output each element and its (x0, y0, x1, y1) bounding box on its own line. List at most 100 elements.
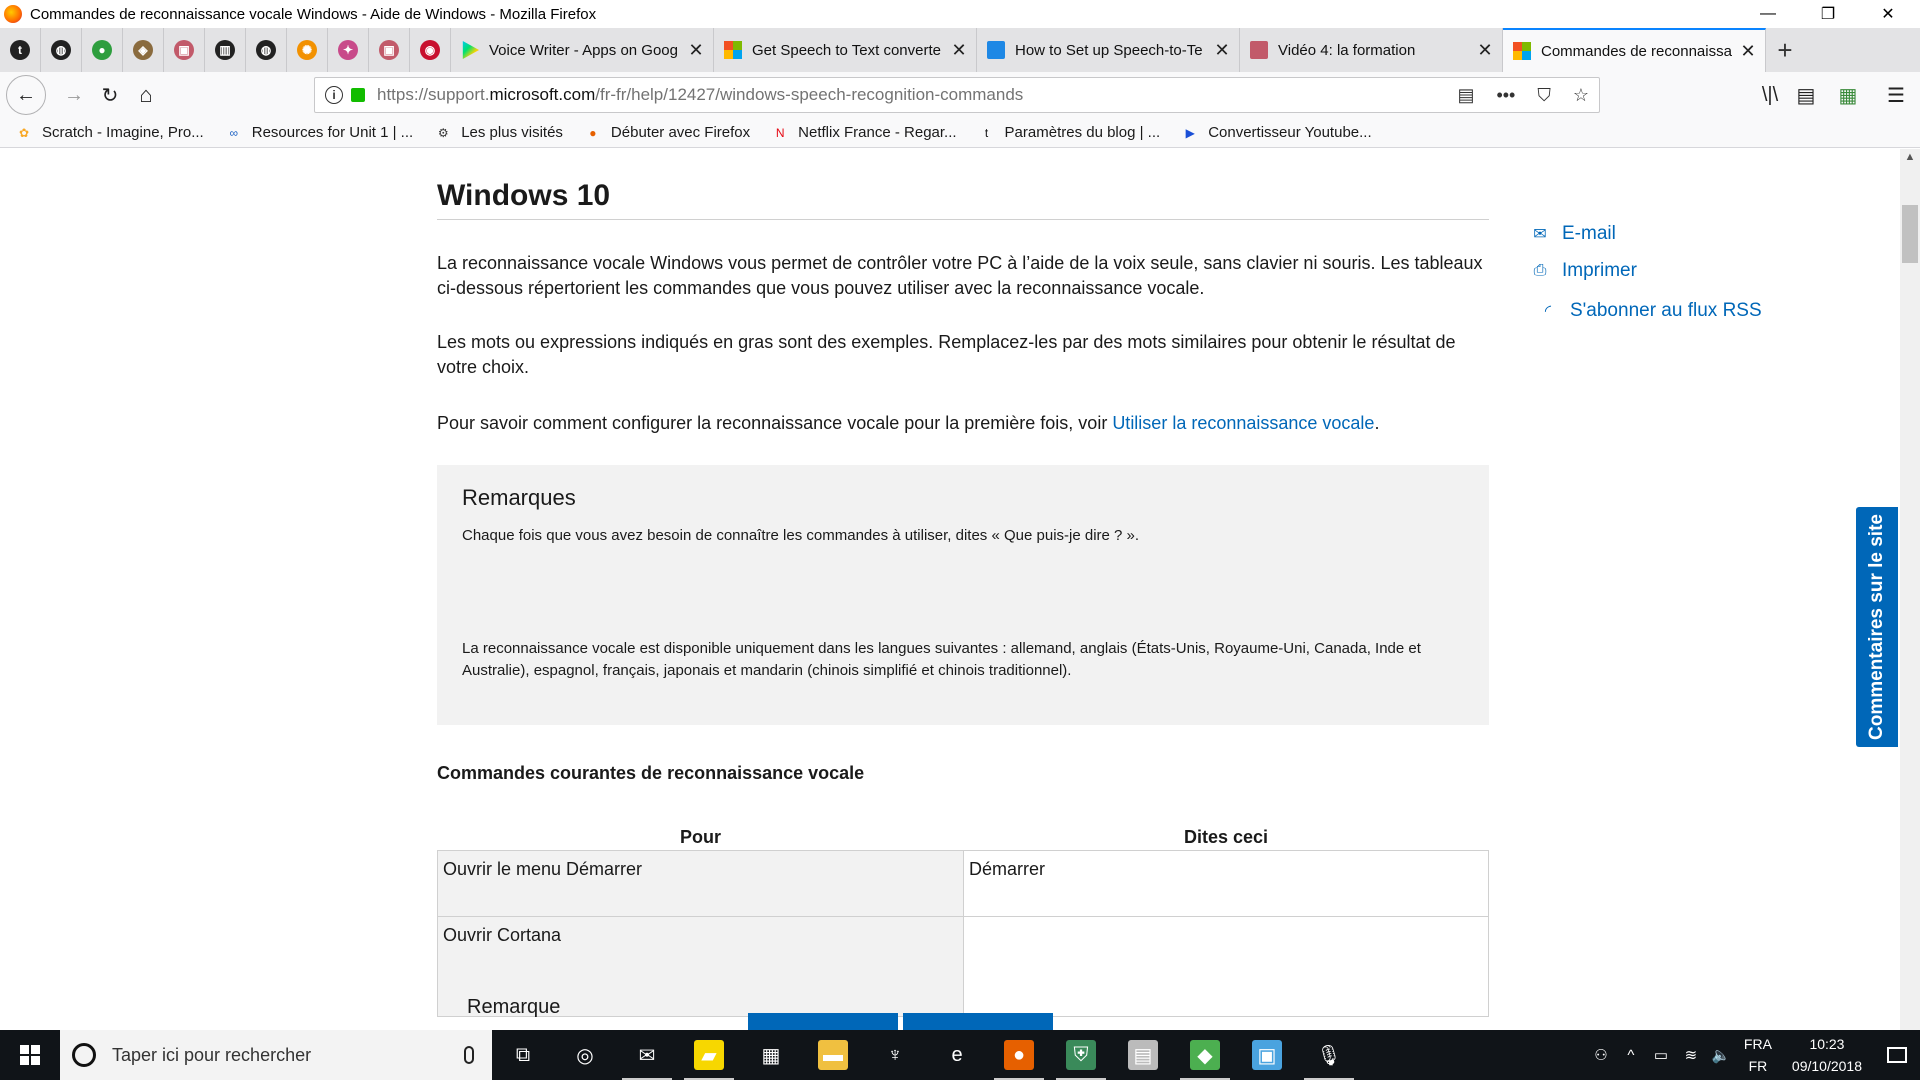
pinned-tab[interactable]: ▥ (205, 28, 246, 72)
microphone-icon: 🎙 (1316, 1044, 1342, 1067)
bookmark-star-icon[interactable]: ☆ (1573, 85, 1589, 106)
scrollbar-thumb[interactable] (1902, 205, 1918, 263)
clock[interactable]: 10:23 09/10/2018 (1780, 1033, 1874, 1077)
windows-logo-icon (20, 1045, 40, 1065)
reload-button[interactable]: ↻ (92, 77, 128, 113)
close-tab-icon[interactable]: ✕ (1476, 40, 1494, 61)
bookmark-item[interactable]: ▶ Convertisseur Youtube... (1182, 124, 1372, 141)
page-actions-menu-icon[interactable]: ••• (1496, 85, 1515, 106)
firefox-icon: ● (589, 125, 597, 140)
taskbar-app[interactable]: ◎ (554, 1030, 616, 1080)
chevron-up-icon[interactable]: ^ (1616, 1047, 1646, 1064)
address-bar[interactable]: i https://support.microsoft.com/fr-fr/he… (314, 77, 1600, 113)
back-button[interactable]: ← (6, 75, 46, 115)
partial-blue-button[interactable] (903, 1013, 1053, 1030)
close-tab-icon[interactable]: ✕ (950, 40, 968, 61)
wifi-icon[interactable]: ≋ (1676, 1046, 1706, 1064)
page-scrollbar[interactable]: ▲ (1900, 149, 1920, 1030)
home-button[interactable]: ⌂ (128, 77, 164, 113)
people-icon[interactable]: ⚇ (1586, 1046, 1616, 1064)
rss-link[interactable]: ◜ S'abonner au flux RSS (1538, 300, 1762, 322)
pinned-tab[interactable]: ◍ (246, 28, 287, 72)
tab-label: Commandes de reconnaissa (1541, 42, 1732, 60)
taskbar-app[interactable]: 🎙 (1298, 1030, 1360, 1080)
pinned-tab[interactable]: ◈ (123, 28, 164, 72)
cortana-circle-icon (72, 1043, 96, 1067)
bookmark-item[interactable]: ∞ Resources for Unit 1 | ... (226, 124, 413, 141)
pinned-tab[interactable]: t (0, 28, 41, 72)
close-tab-icon[interactable]: ✕ (1213, 40, 1231, 61)
taskbar-app[interactable]: ⧉ (492, 1030, 554, 1080)
scroll-up-arrow-icon[interactable]: ▲ (1900, 151, 1920, 163)
padlock-icon (351, 88, 365, 102)
tab[interactable]: How to Set up Speech-to-Te ✕ (977, 28, 1240, 72)
pocket-icon[interactable]: ⛉ (1537, 85, 1551, 106)
battery-icon[interactable]: ▭ (1646, 1046, 1676, 1064)
column-header-pour: Pour (679, 826, 721, 847)
hamburger-menu-icon[interactable]: ☰ (1878, 77, 1914, 113)
pinned-tab[interactable]: ◍ (41, 28, 82, 72)
action-center-icon[interactable] (1874, 1030, 1920, 1080)
bold-words-paragraph: Les mots ou expressions indiqués en gras… (437, 332, 1456, 377)
tab[interactable]: Voice Writer - Apps on Goog ✕ (451, 28, 714, 72)
task-view-icon: ⧉ (515, 1043, 531, 1066)
reader-view-icon[interactable]: ▤ (1457, 85, 1474, 106)
url-text[interactable]: https://support.microsoft.com/fr-fr/help… (377, 85, 1023, 105)
feedback-label: Commentaires sur le site (1866, 514, 1887, 740)
library-icon[interactable]: \|\ (1752, 77, 1788, 113)
forward-button[interactable]: → (56, 77, 92, 113)
taskbar-app[interactable]: ▰ (678, 1030, 740, 1080)
bookmark-item[interactable]: N Netflix France - Regar... (772, 124, 957, 141)
taskbar-app[interactable]: ♆ (864, 1030, 926, 1080)
minimize-button[interactable]: — (1738, 0, 1798, 28)
close-tab-icon[interactable]: ✕ (687, 40, 705, 61)
partial-blue-button[interactable] (748, 1013, 898, 1030)
microsoft-logo-icon (724, 41, 742, 59)
taskbar-app[interactable]: ✉ (616, 1030, 678, 1080)
video-icon: ▶ (1185, 125, 1195, 140)
bookmark-item[interactable]: t Paramètres du blog | ... (979, 124, 1160, 141)
plus-icon (987, 41, 1005, 59)
tab-active[interactable]: Commandes de reconnaissa ✕ (1503, 28, 1766, 72)
tab[interactable]: Get Speech to Text converte ✕ (714, 28, 977, 72)
search-placeholder: Taper ici pour rechercher (112, 1044, 312, 1065)
bookmark-item[interactable]: ● Débuter avec Firefox (585, 124, 750, 141)
close-window-button[interactable]: ✕ (1858, 0, 1918, 28)
maximize-button[interactable]: ❐ (1798, 0, 1858, 28)
pinned-tab[interactable]: ◉ (410, 28, 451, 72)
taskbar-app[interactable]: ● (988, 1030, 1050, 1080)
extension-icon[interactable]: ▦ (1830, 77, 1866, 113)
tab[interactable]: Vidéo 4: la formation ✕ (1240, 28, 1503, 72)
taskbar-app[interactable]: e (926, 1030, 988, 1080)
close-tab-icon[interactable]: ✕ (1739, 41, 1757, 62)
edge-icon: e (951, 1043, 963, 1066)
pinned-tab[interactable]: ▣ (369, 28, 410, 72)
print-link[interactable]: ⎙ Imprimer (1530, 260, 1637, 282)
pinned-tab[interactable]: ✦ (328, 28, 369, 72)
email-link[interactable]: ✉ E-mail (1530, 223, 1616, 245)
volume-icon[interactable]: 🔈 (1706, 1046, 1736, 1064)
green-app-icon: ● (92, 40, 112, 60)
input-language[interactable]: FRA FR (1736, 1033, 1780, 1077)
taskbar-app[interactable]: ▣ (1236, 1030, 1298, 1080)
taskbar-app[interactable]: ▦ (740, 1030, 802, 1080)
new-tab-button[interactable]: + (1766, 28, 1804, 72)
red-circle-icon: ◉ (420, 40, 440, 60)
use-speech-recognition-link[interactable]: Utiliser la reconnaissance vocale (1112, 413, 1374, 433)
sidebar-toggle-icon[interactable]: ▤ (1788, 77, 1824, 113)
taskbar-app[interactable]: ◆ (1174, 1030, 1236, 1080)
bookmark-item[interactable]: ✿ Scratch - Imagine, Pro... (16, 124, 204, 141)
site-info-icon[interactable]: i (325, 86, 343, 104)
microphone-icon[interactable] (464, 1046, 474, 1064)
pinned-tab[interactable]: ✺ (287, 28, 328, 72)
site-feedback-tab[interactable]: Commentaires sur le site (1856, 507, 1898, 747)
control-panel-icon: ▣ (1252, 1040, 1282, 1070)
start-button[interactable] (0, 1030, 60, 1080)
taskbar-app[interactable]: ⛨ (1050, 1030, 1112, 1080)
taskbar-app[interactable]: ▤ (1112, 1030, 1174, 1080)
pinned-tab[interactable]: ● (82, 28, 123, 72)
taskbar-app[interactable]: ▬ (802, 1030, 864, 1080)
pinned-tab[interactable]: ▣ (164, 28, 205, 72)
taskbar-search-box[interactable]: Taper ici pour rechercher (60, 1030, 492, 1080)
bookmark-item[interactable]: ⚙ Les plus visités (435, 124, 563, 141)
